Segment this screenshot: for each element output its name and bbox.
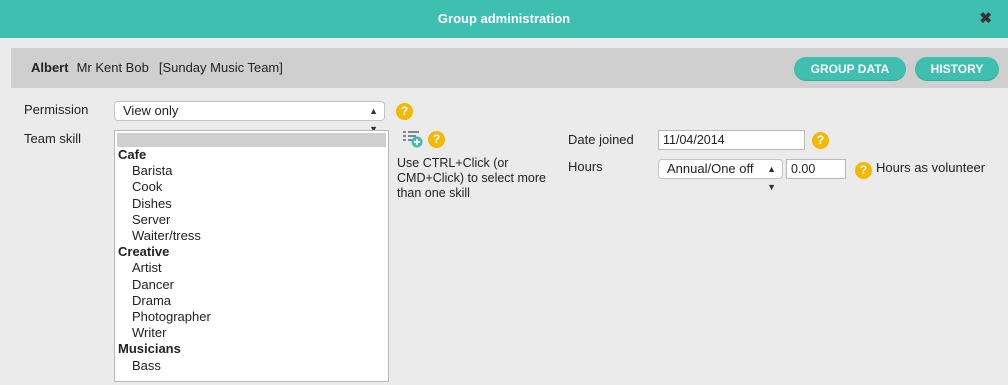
skill-group-label: Musicians	[118, 341, 181, 357]
skill-option[interactable]: Waiter/tress	[115, 228, 388, 244]
history-button[interactable]: HISTORY	[915, 57, 999, 81]
group-data-button[interactable]: GROUP DATA	[794, 57, 906, 81]
permission-select[interactable]: View only ▲ ▼	[114, 101, 385, 134]
date-joined-label: Date joined	[568, 132, 634, 147]
hours-help-icon[interactable]: ?	[855, 162, 872, 179]
skill-option[interactable]: Cook	[115, 179, 388, 195]
team-skill-listbox[interactable]: Cafe Barista Cook Dishes Server Waiter/t…	[114, 130, 389, 382]
skill-option[interactable]: Drama	[115, 293, 388, 309]
skill-option[interactable]: Photographer	[115, 309, 388, 325]
date-joined-help-icon[interactable]: ?	[812, 132, 829, 149]
skill-group-label: Cafe	[118, 147, 147, 162]
skill-group-label: Creative	[118, 244, 170, 260]
team-skill-label: Team skill	[24, 131, 82, 146]
member-header: Albert Mr Kent Bob [Sunday Music Team] GRO…	[11, 48, 1008, 88]
date-joined-input[interactable]: 11/04/2014	[658, 130, 805, 150]
multi-select-hint: Use CTRL+Click (or CMD+Click) to select …	[397, 156, 546, 200]
select-arrows-icon: ▲ ▼	[767, 164, 776, 192]
team-skill-help-icon[interactable]: ?	[428, 131, 445, 148]
close-icon[interactable]: ✖	[979, 0, 992, 38]
skill-option[interactable]: Writer	[115, 325, 388, 341]
permission-value: View only	[123, 103, 179, 118]
member-last-name: Mr Kent Bob	[76, 60, 149, 75]
member-first-name: Albert	[31, 60, 69, 75]
skill-group-creative: Creative Artist Dancer Drama Photographe…	[115, 244, 388, 341]
hours-label: Hours	[568, 159, 603, 174]
skill-group-cafe: Cafe Barista Cook Dishes Server Waiter/t…	[115, 147, 388, 244]
skill-option[interactable]: Dancer	[115, 277, 388, 293]
dialog-titlebar: Group administration ✖	[0, 0, 1008, 38]
skill-option[interactable]: Dishes	[115, 196, 388, 212]
member-team: [Sunday Music Team]	[158, 60, 283, 75]
hours-value-input[interactable]: 0.00	[786, 159, 846, 179]
skill-option[interactable]: Artist	[115, 260, 388, 276]
permission-label: Permission	[24, 102, 89, 117]
skill-option[interactable]: Barista	[115, 163, 388, 179]
skill-group-musicians: Musicians Bass	[115, 341, 388, 373]
skill-option[interactable]: Bass	[115, 358, 388, 374]
dialog-title: Group administration	[437, 11, 571, 26]
listbox-blank-option[interactable]	[117, 133, 386, 147]
hours-suffix: Hours as volunteer	[876, 160, 986, 175]
hours-frequency-select[interactable]: Annual/One off ▲ ▼	[658, 159, 783, 192]
member-info: Albert Mr Kent Bob [Sunday Music Team]	[31, 48, 283, 88]
add-skill-icon[interactable]	[403, 130, 423, 148]
permission-help-icon[interactable]: ?	[396, 103, 413, 120]
skill-option[interactable]: Server	[115, 212, 388, 228]
hours-frequency-value: Annual/One off	[667, 161, 754, 176]
